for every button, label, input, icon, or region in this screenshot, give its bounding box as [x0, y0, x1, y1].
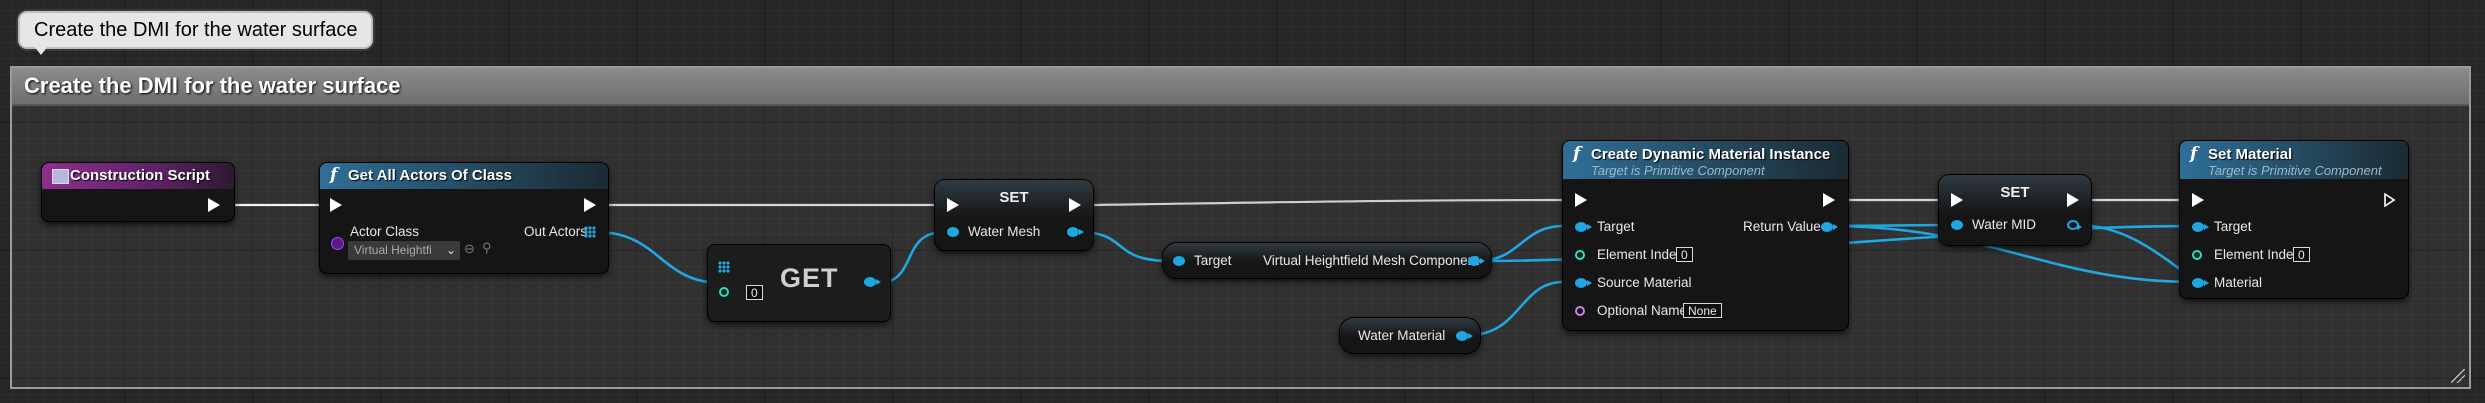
- get-all-actors-header[interactable]: f Get All Actors Of Class: [320, 163, 608, 189]
- water-mid-label: Water MID: [1972, 217, 2036, 232]
- get-label: GET: [780, 263, 839, 293]
- element-index-pin[interactable]: [1575, 250, 1585, 260]
- water-material-out-pin[interactable]: [1456, 331, 1473, 341]
- return-value-label: Return Value: [1743, 219, 1821, 234]
- heightfield-component-node[interactable]: Target Virtual Heightfield Mesh Componen…: [1163, 243, 1491, 278]
- exec-out-pin[interactable]: [584, 198, 596, 212]
- set-water-mesh-node[interactable]: SET Water Mesh: [935, 180, 1093, 250]
- index-pin[interactable]: [719, 287, 729, 297]
- set-material-title: Set Material: [2208, 146, 2293, 163]
- water-mesh-in-pin[interactable]: [947, 227, 959, 237]
- element-index-pin[interactable]: [2192, 250, 2202, 260]
- function-icon: f: [1573, 144, 1581, 164]
- element-index-value[interactable]: 0: [1676, 247, 1693, 262]
- set-material-header[interactable]: f Set Material Target is Primitive Compo…: [2180, 141, 2408, 179]
- event-icon: [52, 169, 69, 184]
- wire-outactors-to-get: [595, 230, 723, 285]
- exec-out-pin[interactable]: [1823, 193, 1835, 207]
- dropdown-chevron-icon: ⌄: [445, 243, 456, 257]
- get-all-actors-title: Get All Actors Of Class: [348, 167, 512, 184]
- water-material-node[interactable]: Water Material: [1340, 318, 1480, 353]
- source-material-label: Source Material: [1597, 275, 1692, 290]
- set-material-subtitle: Target is Primitive Component: [2208, 163, 2382, 178]
- exec-in-pin[interactable]: [1575, 193, 1587, 207]
- component-out-pin[interactable]: [1468, 256, 1485, 266]
- exec-out-pin[interactable]: [2067, 193, 2079, 207]
- actor-class-dropdown[interactable]: Virtual Heightfi ⌄: [348, 241, 460, 260]
- index-value[interactable]: 0: [746, 285, 763, 300]
- create-dmi-header[interactable]: f Create Dynamic Material Instance Targe…: [1563, 141, 1848, 179]
- browse-icon[interactable]: ⊖: [464, 241, 475, 257]
- array-input-pin[interactable]: [718, 261, 730, 273]
- optional-name-label: Optional Name: [1597, 303, 1688, 318]
- water-mid-in-pin[interactable]: [1951, 220, 1963, 230]
- target-pin[interactable]: [1173, 256, 1185, 266]
- water-mid-out-pin[interactable]: [2067, 220, 2082, 230]
- target-label: Target: [1194, 253, 1232, 268]
- exec-in-pin[interactable]: [947, 198, 959, 212]
- out-actors-label: Out Actors: [524, 224, 588, 239]
- exec-in-pin[interactable]: [2192, 193, 2204, 207]
- component-label: Virtual Heightfield Mesh Component: [1263, 253, 1479, 268]
- exec-out-pin[interactable]: [208, 198, 220, 212]
- target-label: Target: [1597, 219, 1635, 234]
- exec-out-pin[interactable]: [2384, 193, 2396, 207]
- exec-out-pin[interactable]: [1069, 198, 1081, 212]
- element-index-value[interactable]: 0: [2293, 247, 2310, 262]
- material-pin[interactable]: [2192, 278, 2209, 288]
- construction-script-title: Construction Script: [70, 167, 211, 184]
- exec-in-pin[interactable]: [1951, 193, 1963, 207]
- source-material-pin[interactable]: [1575, 278, 1592, 288]
- set-water-mid-node[interactable]: SET Water MID: [1939, 175, 2091, 245]
- wire-watermaterial-to-sourcematerial: [1468, 280, 1564, 337]
- get-output-pin[interactable]: [864, 277, 881, 287]
- water-mesh-out-pin[interactable]: [1067, 227, 1084, 237]
- optional-name-value[interactable]: None: [1683, 303, 1722, 318]
- function-icon: f: [330, 165, 338, 185]
- set-material-node[interactable]: f Set Material Target is Primitive Compo…: [2180, 141, 2408, 298]
- array-get-node[interactable]: 0 GET: [708, 245, 890, 321]
- actor-class-label: Actor Class: [350, 224, 420, 239]
- construction-script-node[interactable]: Construction Script: [42, 163, 234, 221]
- material-label: Material: [2214, 275, 2263, 290]
- create-dmi-subtitle: Target is Primitive Component: [1591, 163, 1765, 178]
- element-index-label: Element Index: [2214, 247, 2301, 262]
- function-icon: f: [2190, 144, 2198, 164]
- return-value-pin[interactable]: [1821, 222, 1838, 232]
- target-pin[interactable]: [2192, 222, 2209, 232]
- create-dmi-node[interactable]: f Create Dynamic Material Instance Targe…: [1563, 141, 1848, 330]
- create-dmi-title: Create Dynamic Material Instance: [1591, 146, 1831, 163]
- element-index-label: Element Index: [1597, 247, 1684, 262]
- search-icon[interactable]: ⚲: [482, 240, 492, 256]
- target-label: Target: [2214, 219, 2252, 234]
- exec-in-pin[interactable]: [330, 198, 342, 212]
- water-mesh-label: Water Mesh: [968, 224, 1041, 239]
- optional-name-pin[interactable]: [1575, 306, 1585, 316]
- array-icon[interactable]: [584, 226, 596, 238]
- exec-wire-setmesh-to-createdmi: [1089, 198, 1569, 207]
- get-all-actors-node[interactable]: f Get All Actors Of Class Actor Class Vi…: [320, 163, 608, 273]
- actor-class-value: Virtual Heightfi: [354, 243, 432, 257]
- target-pin[interactable]: [1575, 222, 1592, 232]
- actor-class-pin[interactable]: [332, 238, 343, 249]
- construction-script-header[interactable]: Construction Script: [42, 163, 234, 189]
- water-material-label: Water Material: [1358, 328, 1446, 343]
